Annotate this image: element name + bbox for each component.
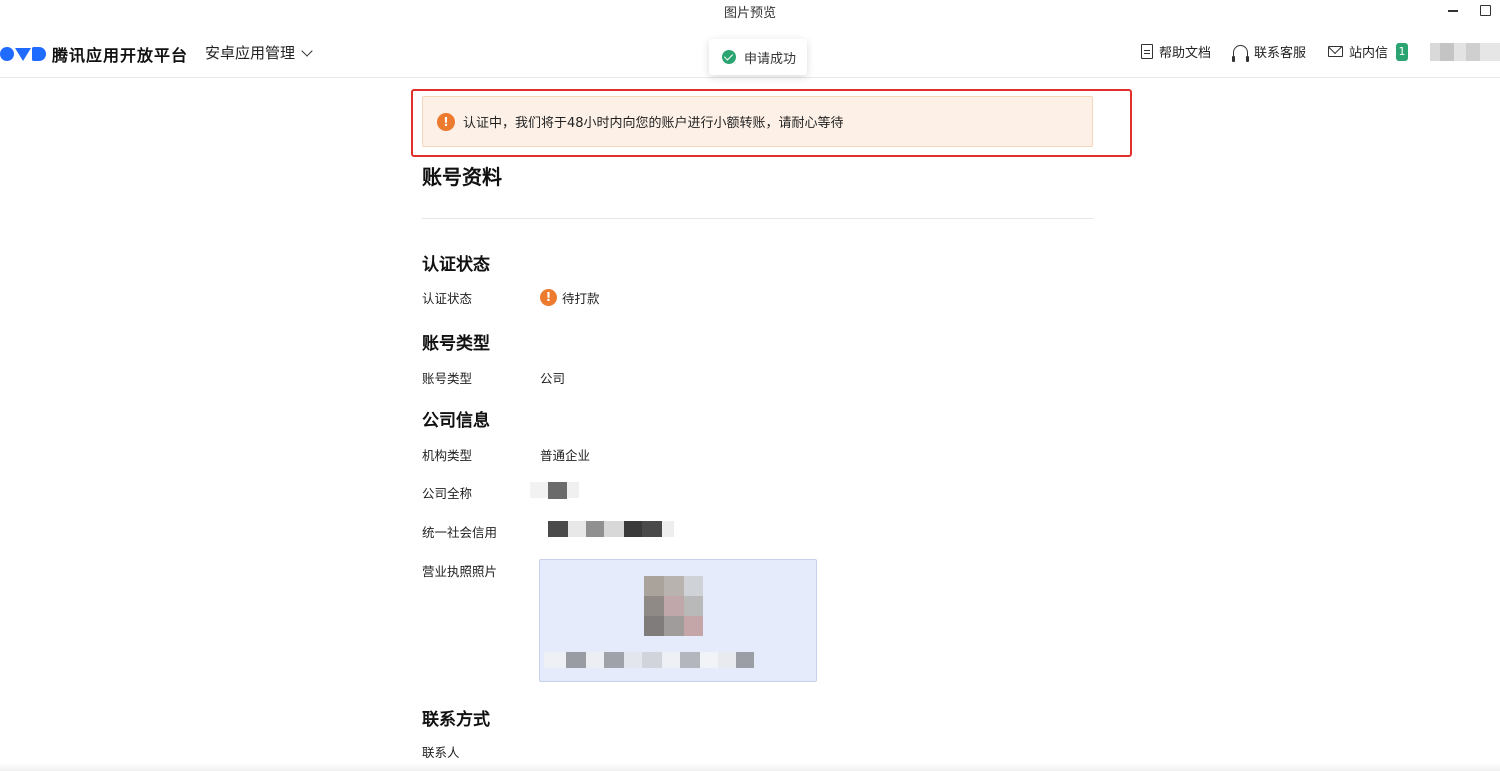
contact-support-label: 联系客服 bbox=[1253, 46, 1306, 61]
company-full-name-label: 公司全称 bbox=[422, 486, 473, 501]
section-title-account-type: 账号类型 bbox=[422, 334, 490, 354]
success-toast: 申请成功 bbox=[709, 39, 807, 75]
credit-code-redacted bbox=[548, 521, 674, 537]
toast-message: 申请成功 bbox=[744, 51, 797, 67]
business-license-label: 营业执照照片 bbox=[422, 564, 498, 579]
section-title-company: 公司信息 bbox=[422, 411, 490, 431]
help-docs-link[interactable]: 帮助文档 bbox=[1140, 42, 1211, 61]
mail-icon bbox=[1327, 46, 1343, 57]
section-title-auth: 认证状态 bbox=[422, 255, 490, 275]
account-type-value: 公司 bbox=[540, 371, 566, 386]
nav-menu-label: 安卓应用管理 bbox=[205, 44, 296, 62]
company-full-name-redacted bbox=[530, 482, 579, 499]
divider bbox=[422, 218, 1093, 219]
help-docs-label: 帮助文档 bbox=[1158, 46, 1211, 61]
contact-person-label: 联系人 bbox=[422, 745, 460, 760]
top-right-actions: 帮助文档 联系客服 站内信 1 bbox=[1140, 42, 1500, 62]
annotation-highlight-box bbox=[411, 89, 1132, 157]
inbox-link[interactable]: 站内信 1 bbox=[1327, 42, 1408, 61]
account-type-label: 账号类型 bbox=[422, 371, 473, 386]
logo[interactable]: 腾讯应用开放平台 bbox=[0, 42, 188, 66]
contact-support-link[interactable]: 联系客服 bbox=[1231, 42, 1306, 62]
window-title: 图片预览 bbox=[723, 6, 776, 21]
document-icon bbox=[1140, 44, 1153, 59]
section-title-contact: 联系方式 bbox=[422, 710, 490, 730]
warning-icon: ! bbox=[540, 289, 557, 306]
check-circle-icon bbox=[722, 50, 736, 64]
inbox-count-badge: 1 bbox=[1396, 42, 1408, 61]
android-app-management-menu[interactable]: 安卓应用管理 bbox=[205, 42, 313, 63]
auth-status-text: 待打款 bbox=[562, 291, 600, 306]
page-title: 账号资料 bbox=[422, 165, 502, 189]
headset-icon bbox=[1231, 45, 1249, 62]
chevron-down-icon bbox=[301, 44, 313, 57]
auth-status-value: ! 待打款 bbox=[540, 288, 600, 307]
license-image-blur bbox=[644, 576, 703, 636]
credit-code-label: 统一社会信用 bbox=[422, 525, 498, 540]
org-type-value: 普通企业 bbox=[540, 448, 591, 463]
window-controls bbox=[1446, 3, 1492, 17]
bottom-shadow bbox=[0, 763, 1500, 771]
logo-icon bbox=[0, 47, 46, 61]
license-text-blur bbox=[544, 652, 754, 668]
logo-text: 腾讯应用开放平台 bbox=[52, 46, 189, 65]
business-license-image[interactable] bbox=[539, 559, 817, 682]
avatar[interactable] bbox=[1430, 42, 1500, 61]
org-type-label: 机构类型 bbox=[422, 448, 473, 463]
minimize-icon[interactable] bbox=[1446, 3, 1460, 17]
auth-status-label: 认证状态 bbox=[422, 291, 473, 306]
maximize-icon[interactable] bbox=[1478, 3, 1492, 17]
inbox-label: 站内信 bbox=[1348, 46, 1388, 61]
